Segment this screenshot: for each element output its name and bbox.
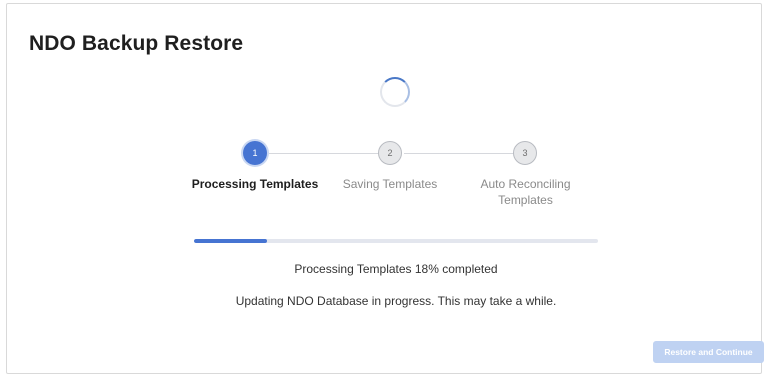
step-1-indicator: 1 (243, 141, 267, 165)
progress-bar (194, 239, 598, 243)
dialog-title: NDO Backup Restore (29, 32, 244, 55)
step-2-label: Saving Templates (342, 177, 438, 191)
progress-status-text: Processing Templates 18% completed (294, 262, 498, 276)
step-2-number: 2 (387, 148, 393, 158)
step-1-number: 1 (252, 148, 258, 158)
step-3-number: 3 (522, 148, 528, 158)
step-2-indicator: 2 (378, 141, 402, 165)
restore-dialog: NDO Backup Restore 1 2 3 Processing Temp… (6, 3, 764, 374)
restore-and-continue-button[interactable]: Restore and Continue (653, 341, 764, 363)
loading-spinner-icon (380, 77, 410, 107)
step-connector-2-3 (404, 153, 519, 154)
progress-bar-fill (194, 239, 267, 243)
step-3-indicator: 3 (513, 141, 537, 165)
step-connector-1-2 (269, 153, 384, 154)
step-1-label: Processing Templates (191, 177, 319, 191)
step-3-label: Auto Reconciling Templates (480, 177, 571, 207)
progress-info-text: Updating NDO Database in progress. This … (235, 294, 557, 308)
